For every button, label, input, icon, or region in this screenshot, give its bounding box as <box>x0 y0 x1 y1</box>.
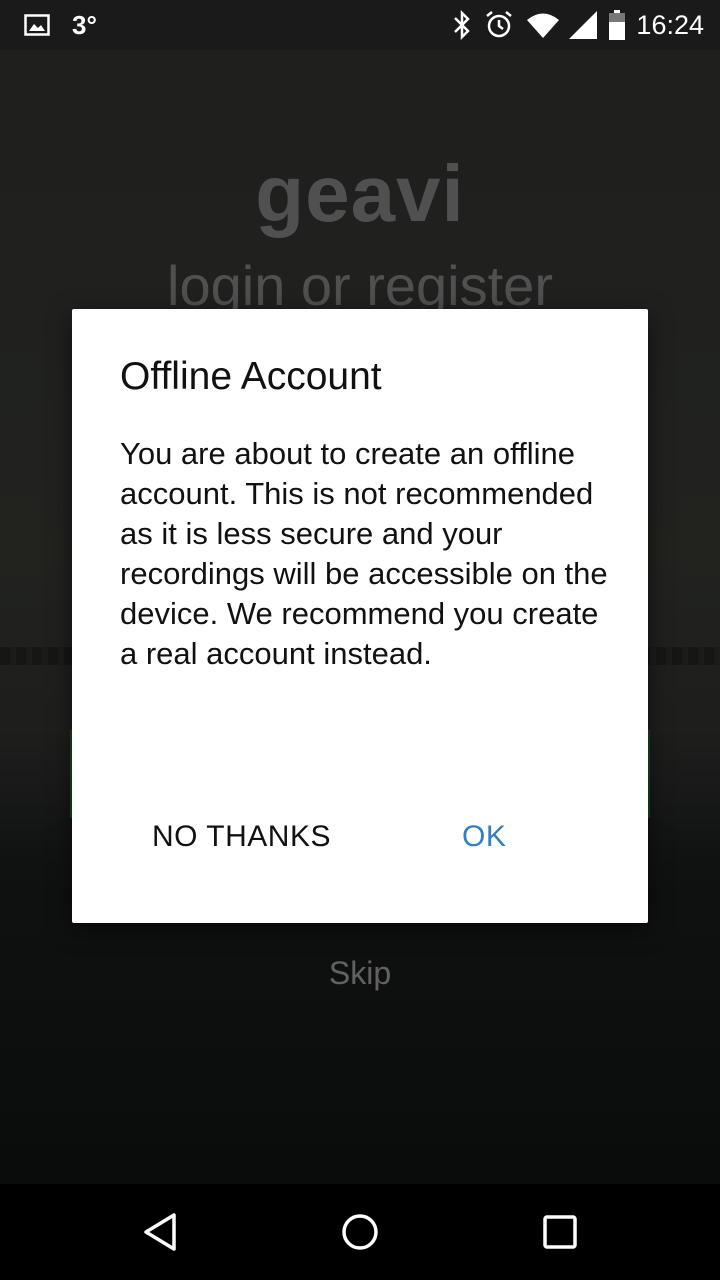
screen: 3° 16:24 geavi login or register Skip Of… <box>0 0 720 1280</box>
recents-icon[interactable] <box>540 1212 580 1252</box>
back-icon[interactable] <box>140 1212 180 1252</box>
status-bar: 3° 16:24 <box>0 0 720 50</box>
temperature-indicator: 3° <box>72 9 97 40</box>
bluetooth-icon <box>452 10 472 40</box>
clock: 16:24 <box>636 9 704 40</box>
no-thanks-button[interactable]: NO THANKS <box>148 814 335 860</box>
home-icon[interactable] <box>340 1212 380 1252</box>
dialog-message: You are about to create an offline accou… <box>120 436 608 671</box>
alarm-icon <box>484 10 514 40</box>
navigation-bar <box>0 1184 720 1280</box>
wifi-icon <box>526 11 560 39</box>
signal-icon <box>568 10 598 40</box>
dialog-title: Offline Account <box>120 355 382 398</box>
offline-account-dialog: Offline Account You are about to create … <box>72 309 648 923</box>
image-notification-icon <box>24 14 50 36</box>
battery-icon <box>608 9 626 41</box>
ok-button[interactable]: OK <box>458 814 510 860</box>
